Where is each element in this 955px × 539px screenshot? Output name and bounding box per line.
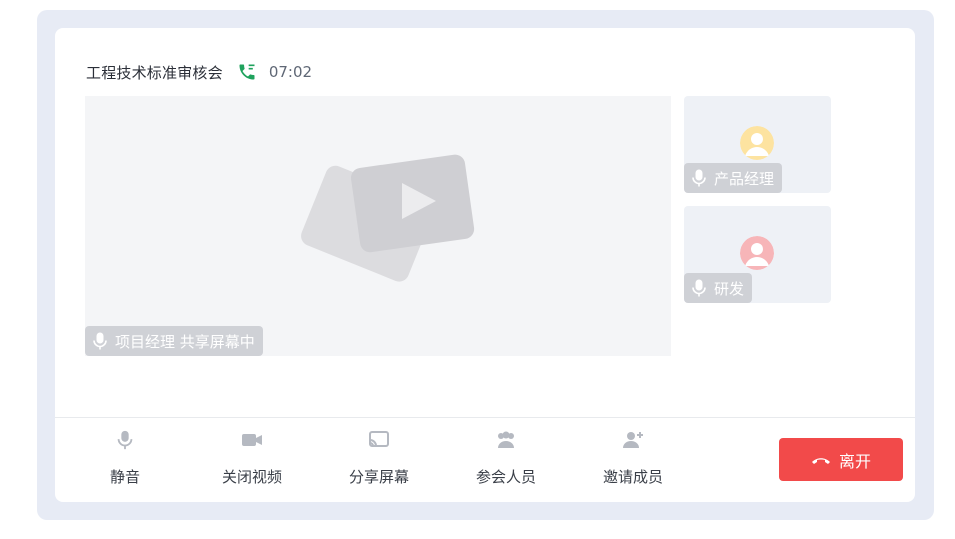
mute-label: 静音 bbox=[109, 468, 140, 486]
avatar bbox=[740, 126, 774, 160]
phone-icon bbox=[237, 62, 257, 82]
screen-share-icon bbox=[367, 428, 391, 452]
microphone-icon bbox=[93, 332, 107, 350]
mute-button[interactable]: 静音 bbox=[75, 428, 175, 487]
microphone-icon bbox=[113, 428, 137, 452]
participant-label: 研发 bbox=[684, 273, 753, 303]
participants-label: 参会人员 bbox=[475, 468, 536, 486]
main-video-area[interactable]: 项目经理 共享屏幕中 bbox=[85, 96, 671, 356]
participant-label: 产品经理 bbox=[684, 163, 783, 193]
invite-label: 邀请成员 bbox=[602, 468, 663, 486]
meeting-header: 工程技术标准审核会 07:02 bbox=[86, 61, 312, 83]
meeting-window: 工程技术标准审核会 07:02 项目经理 共享屏幕中 产品经理 研发 静音 关闭… bbox=[55, 28, 915, 502]
share-screen-label: 分享屏幕 bbox=[348, 468, 409, 486]
leave-button[interactable]: 离开 bbox=[779, 438, 903, 481]
participant-tile-rd[interactable]: 研发 bbox=[684, 206, 831, 303]
video-placeholder-icon bbox=[301, 154, 475, 282]
close-video-label: 关闭视频 bbox=[221, 468, 282, 486]
participant-tile-product-manager[interactable]: 产品经理 bbox=[684, 96, 831, 193]
add-user-icon bbox=[621, 428, 645, 452]
share-screen-button[interactable]: 分享屏幕 bbox=[329, 428, 429, 487]
main-stream-label-text: 项目经理 共享屏幕中 bbox=[115, 332, 255, 351]
invite-button[interactable]: 邀请成员 bbox=[583, 428, 683, 487]
avatar bbox=[740, 236, 774, 270]
main-stream-label: 项目经理 共享屏幕中 bbox=[85, 326, 263, 356]
hang-up-icon bbox=[811, 457, 830, 464]
participants-button[interactable]: 参会人员 bbox=[456, 428, 556, 487]
close-video-button[interactable]: 关闭视频 bbox=[202, 428, 302, 487]
meeting-title: 工程技术标准审核会 bbox=[86, 63, 223, 82]
leave-label: 离开 bbox=[838, 451, 871, 471]
camera-icon bbox=[240, 428, 264, 452]
people-icon bbox=[494, 428, 518, 452]
participant-name: 研发 bbox=[714, 279, 745, 298]
microphone-icon bbox=[692, 169, 706, 187]
microphone-icon bbox=[692, 279, 706, 297]
participant-name: 产品经理 bbox=[714, 169, 775, 188]
call-timer: 07:02 bbox=[268, 63, 313, 81]
